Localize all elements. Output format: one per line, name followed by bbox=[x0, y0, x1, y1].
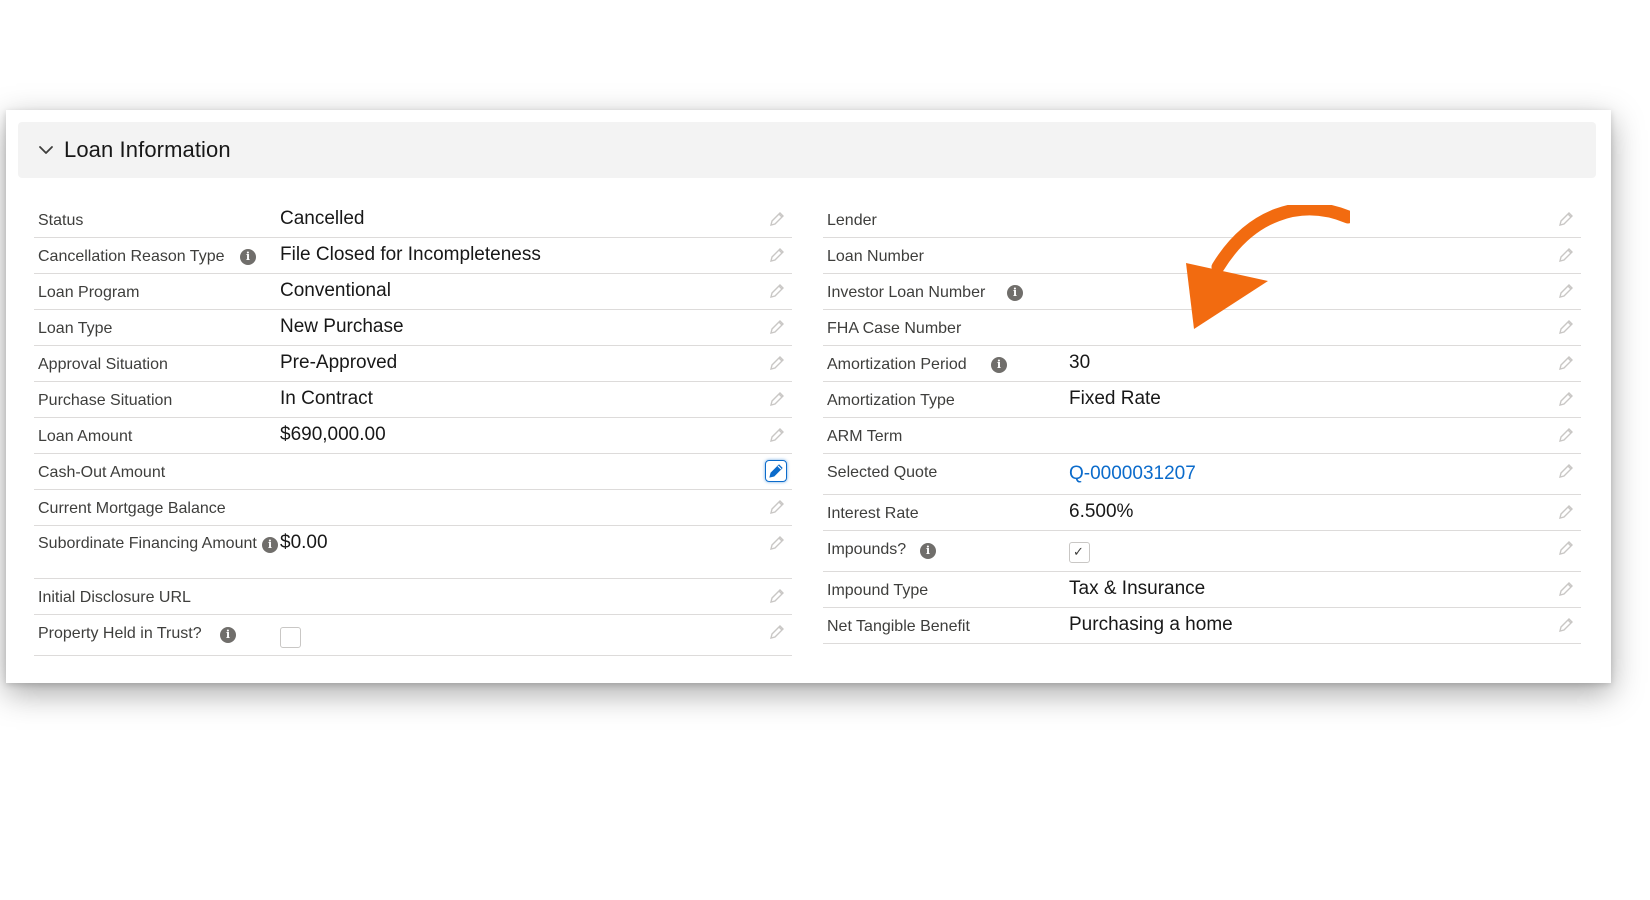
pencil-icon[interactable] bbox=[1557, 426, 1575, 444]
field-value: New Purchase bbox=[280, 316, 404, 337]
info-icon[interactable]: i bbox=[1007, 285, 1023, 301]
field-row-property-held-in-trust: Property Held in Trust? i bbox=[34, 615, 792, 656]
field-label: Cancellation Reason Type bbox=[38, 248, 225, 265]
field-label: Impound Type bbox=[827, 582, 929, 599]
field-label: Subordinate Financing Amount bbox=[38, 535, 257, 552]
pencil-icon[interactable] bbox=[1557, 539, 1575, 557]
field-row-initial-disclosure-url: Initial Disclosure URL bbox=[34, 579, 792, 615]
pencil-icon[interactable] bbox=[768, 210, 786, 228]
field-label: Interest Rate bbox=[827, 505, 919, 522]
field-label: Current Mortgage Balance bbox=[38, 500, 226, 517]
pencil-icon[interactable] bbox=[1557, 354, 1575, 372]
field-value: $0.00 bbox=[280, 532, 328, 553]
info-icon[interactable]: i bbox=[220, 627, 236, 643]
field-label: Selected Quote bbox=[827, 464, 938, 481]
field-label: Loan Program bbox=[38, 284, 140, 301]
pencil-icon[interactable] bbox=[768, 282, 786, 300]
pencil-icon[interactable] bbox=[1557, 246, 1575, 264]
field-row-interest-rate: Interest Rate 6.500% bbox=[823, 495, 1581, 531]
field-row-arm-term: ARM Term bbox=[823, 418, 1581, 454]
field-label: Property Held in Trust? bbox=[38, 625, 202, 642]
pencil-icon[interactable] bbox=[768, 587, 786, 605]
pencil-icon[interactable] bbox=[1557, 462, 1575, 480]
pencil-icon[interactable] bbox=[768, 534, 786, 552]
field-label: Lender bbox=[827, 212, 877, 229]
field-value: File Closed for Incompleteness bbox=[280, 244, 541, 265]
field-label: Initial Disclosure URL bbox=[38, 589, 191, 606]
field-value: $690,000.00 bbox=[280, 424, 386, 445]
checkmark-icon: ✓ bbox=[1073, 544, 1084, 559]
field-row-selected-quote: Selected Quote Q-0000031207 bbox=[823, 454, 1581, 495]
field-row-purchase-situation: Purchase Situation In Contract bbox=[34, 382, 792, 418]
pencil-icon[interactable] bbox=[1557, 390, 1575, 408]
field-label: Amortization Period bbox=[827, 356, 967, 373]
field-row-loan-amount: Loan Amount $690,000.00 bbox=[34, 418, 792, 454]
pencil-icon[interactable] bbox=[1557, 580, 1575, 598]
field-label: Loan Type bbox=[38, 320, 113, 337]
field-value: Pre-Approved bbox=[280, 352, 398, 373]
section-header[interactable]: Loan Information bbox=[18, 122, 1596, 178]
info-icon[interactable]: i bbox=[920, 543, 936, 559]
field-value: Cancelled bbox=[280, 208, 365, 229]
field-row-subordinate-financing-amount: Subordinate Financing Amount i $0.00 bbox=[34, 526, 792, 579]
field-label: Loan Number bbox=[827, 248, 924, 265]
pencil-icon[interactable] bbox=[768, 498, 786, 516]
field-row-cash-out-amount: Cash-Out Amount bbox=[34, 454, 792, 490]
curved-arrow-icon bbox=[1186, 205, 1350, 329]
field-value: Purchasing a home bbox=[1069, 614, 1233, 635]
left-field-column: Status Cancelled Cancellation Reason Typ… bbox=[34, 202, 792, 656]
field-row-status: Status Cancelled bbox=[34, 202, 792, 238]
field-row-loan-type: Loan Type New Purchase bbox=[34, 310, 792, 346]
field-label: ARM Term bbox=[827, 428, 903, 445]
pencil-icon[interactable] bbox=[768, 318, 786, 336]
info-icon[interactable]: i bbox=[262, 537, 278, 553]
field-value: Conventional bbox=[280, 280, 391, 301]
field-row-impound-type: Impound Type Tax & Insurance bbox=[823, 572, 1581, 608]
field-row-impounds: Impounds? i ✓ bbox=[823, 531, 1581, 572]
field-label: Status bbox=[38, 212, 84, 229]
pencil-icon[interactable] bbox=[1557, 210, 1575, 228]
field-value: 6.500% bbox=[1069, 501, 1134, 522]
field-row-approval-situation: Approval Situation Pre-Approved bbox=[34, 346, 792, 382]
property-held-in-trust-checkbox bbox=[280, 627, 301, 648]
field-label: Impounds? bbox=[827, 541, 907, 558]
pencil-icon[interactable] bbox=[768, 354, 786, 372]
field-row-loan-program: Loan Program Conventional bbox=[34, 274, 792, 310]
pencil-icon[interactable] bbox=[1557, 282, 1575, 300]
pencil-icon[interactable] bbox=[1557, 616, 1575, 634]
field-label: Amortization Type bbox=[827, 392, 955, 409]
info-icon[interactable]: i bbox=[240, 249, 256, 265]
pencil-icon[interactable] bbox=[1557, 318, 1575, 336]
chevron-down-icon[interactable] bbox=[38, 142, 54, 158]
field-label: Cash-Out Amount bbox=[38, 464, 166, 481]
field-label: Investor Loan Number bbox=[827, 284, 986, 301]
pencil-icon[interactable] bbox=[768, 623, 786, 641]
impounds-checkbox: ✓ bbox=[1069, 542, 1090, 563]
pencil-icon[interactable] bbox=[768, 426, 786, 444]
field-value: Tax & Insurance bbox=[1069, 578, 1206, 599]
info-icon[interactable]: i bbox=[991, 357, 1007, 373]
loan-information-card: Loan Information Status Cancelled Cancel… bbox=[6, 110, 1611, 683]
selected-quote-link[interactable]: Q-0000031207 bbox=[1069, 463, 1196, 485]
field-label: Approval Situation bbox=[38, 356, 168, 373]
field-label: Net Tangible Benefit bbox=[827, 618, 970, 635]
field-row-cancellation-reason-type: Cancellation Reason Type i File Closed f… bbox=[34, 238, 792, 274]
field-row-amortization-type: Amortization Type Fixed Rate bbox=[823, 382, 1581, 418]
pencil-icon[interactable] bbox=[765, 460, 787, 482]
field-row-current-mortgage-balance: Current Mortgage Balance bbox=[34, 490, 792, 526]
section-title: Loan Information bbox=[64, 137, 231, 162]
field-label: Loan Amount bbox=[38, 428, 133, 445]
field-value: Fixed Rate bbox=[1069, 388, 1161, 409]
field-label: FHA Case Number bbox=[827, 320, 962, 337]
field-row-amortization-period: Amortization Period i 30 bbox=[823, 346, 1581, 382]
pencil-icon[interactable] bbox=[768, 390, 786, 408]
field-value: In Contract bbox=[280, 388, 373, 409]
field-label: Purchase Situation bbox=[38, 392, 173, 409]
field-value: 30 bbox=[1069, 352, 1091, 373]
pencil-icon[interactable] bbox=[1557, 503, 1575, 521]
pencil-icon[interactable] bbox=[768, 246, 786, 264]
field-row-net-tangible-benefit: Net Tangible Benefit Purchasing a home bbox=[823, 608, 1581, 644]
